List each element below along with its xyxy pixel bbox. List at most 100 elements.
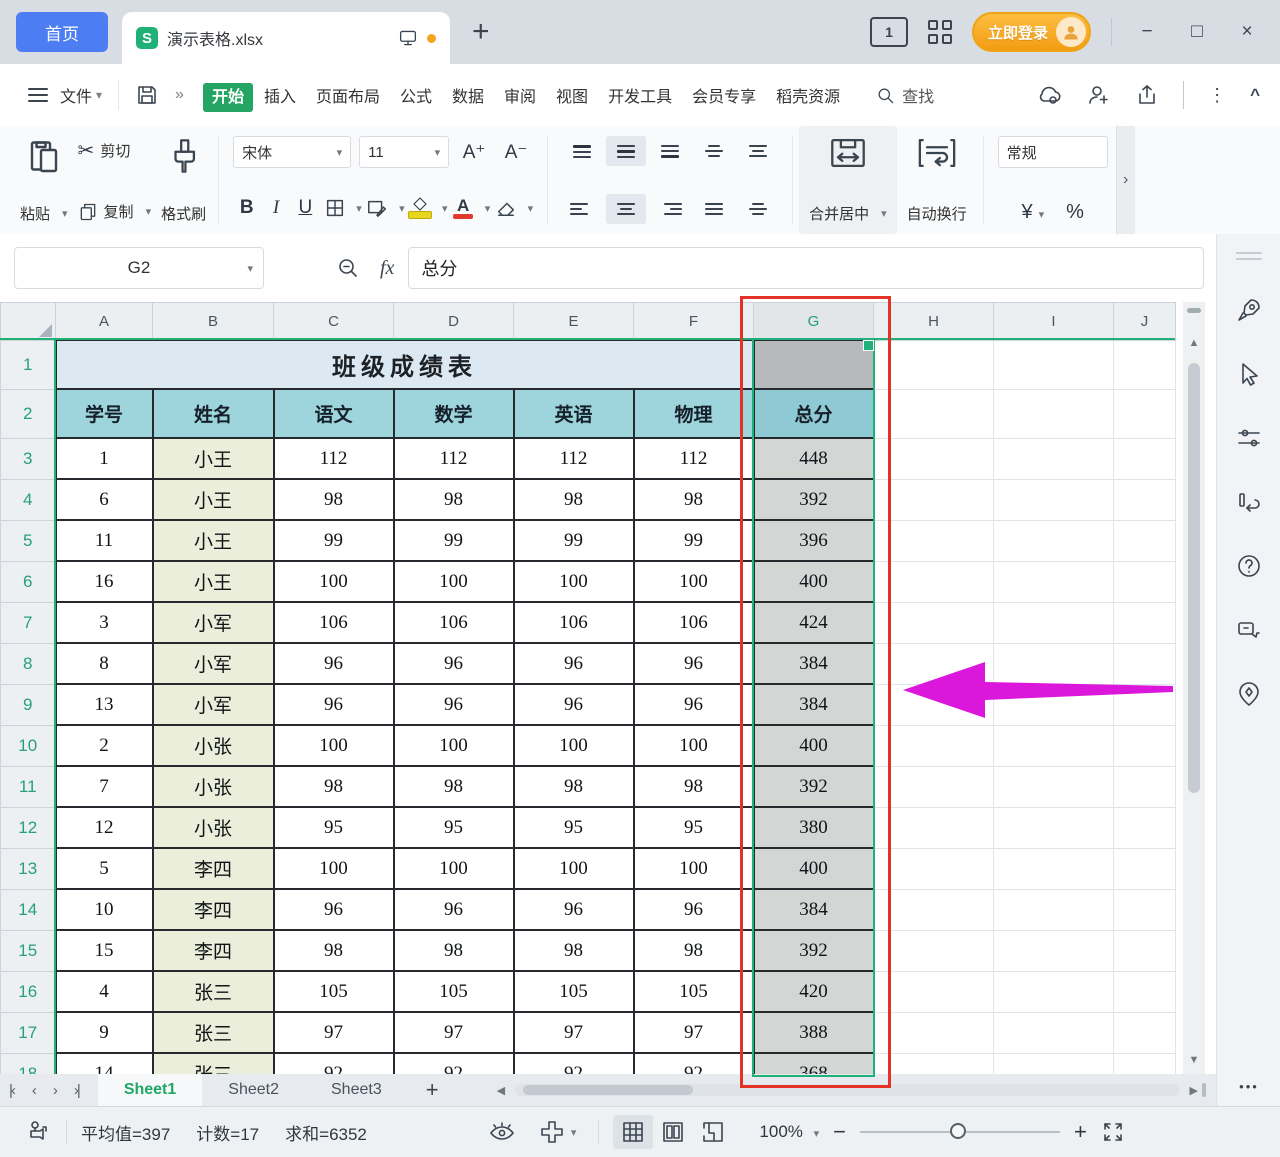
row-number[interactable]: 17	[1, 1012, 56, 1053]
empty-cell[interactable]	[1114, 848, 1176, 889]
last-sheet-button[interactable]: ›|	[74, 1082, 79, 1099]
cell[interactable]: 100	[274, 848, 394, 889]
empty-cell[interactable]	[874, 848, 994, 889]
share-user-icon[interactable]	[1087, 83, 1111, 107]
split-handle[interactable]	[1187, 308, 1201, 313]
zoom-level-select[interactable]: 100% ▾	[759, 1122, 819, 1142]
normal-view-button[interactable]	[613, 1115, 653, 1149]
next-sheet-button[interactable]: ›	[53, 1082, 56, 1099]
empty-cell[interactable]	[1114, 971, 1176, 1012]
cell[interactable]: 小王	[153, 561, 274, 602]
cell[interactable]: 100	[514, 848, 634, 889]
empty-cell[interactable]	[994, 479, 1114, 520]
empty-cell[interactable]	[874, 971, 994, 1012]
empty-cell[interactable]	[994, 971, 1114, 1012]
row-number[interactable]: 15	[1, 930, 56, 971]
formula-input[interactable]: 总分	[408, 247, 1204, 289]
cell[interactable]: 99	[274, 520, 394, 561]
row-number[interactable]: 12	[1, 807, 56, 848]
device-sync-icon[interactable]: 1	[870, 17, 908, 47]
header-cell-学号[interactable]: 学号	[56, 389, 153, 438]
home-button[interactable]: 首页	[16, 12, 108, 52]
font-name-select[interactable]: 宋体 ▾	[233, 136, 351, 168]
cell[interactable]: 100	[634, 848, 754, 889]
cell[interactable]: 96	[274, 684, 394, 725]
header-cell-数学[interactable]: 数学	[394, 389, 514, 438]
cell[interactable]: 96	[634, 684, 754, 725]
file-menu[interactable]: 文件	[60, 83, 92, 107]
new-tab-button[interactable]: +	[472, 15, 490, 49]
collapse-ribbon-icon[interactable]: ^	[1250, 85, 1260, 105]
menu-item-开发工具[interactable]: 开发工具	[599, 83, 681, 112]
cell[interactable]: 4	[56, 971, 153, 1012]
cell[interactable]: 99	[394, 520, 514, 561]
column-header-F[interactable]: F	[634, 303, 754, 341]
cell[interactable]: 95	[634, 807, 754, 848]
cell[interactable]: 448	[754, 438, 874, 479]
menu-item-开始[interactable]: 开始	[203, 83, 253, 112]
sheet-tab-Sheet3[interactable]: Sheet3	[305, 1074, 408, 1106]
sliders-icon[interactable]	[1235, 424, 1263, 452]
fill-handle[interactable]	[863, 340, 874, 351]
document-tab[interactable]: S 演示表格.xlsx	[122, 12, 450, 64]
bold-button[interactable]: B	[233, 192, 260, 224]
cut-button[interactable]: ✂ 剪切	[78, 138, 152, 163]
empty-cell[interactable]	[874, 725, 994, 766]
align-middle-button[interactable]	[606, 136, 646, 166]
empty-cell[interactable]	[874, 520, 994, 561]
more-icon[interactable]: »	[175, 86, 184, 104]
column-header-D[interactable]: D	[394, 303, 514, 341]
empty-cell[interactable]	[994, 438, 1114, 479]
cell[interactable]: 384	[754, 684, 874, 725]
empty-cell[interactable]	[874, 438, 994, 479]
eye-icon[interactable]	[487, 1120, 517, 1144]
cell[interactable]: 112	[274, 438, 394, 479]
empty-cell[interactable]	[1114, 438, 1176, 479]
empty-cell[interactable]	[1114, 889, 1176, 930]
empty-cell[interactable]	[874, 602, 994, 643]
row-number[interactable]: 2	[1, 389, 56, 438]
align-bottom-button[interactable]	[650, 136, 690, 166]
empty-cell[interactable]	[874, 930, 994, 971]
align-top-button[interactable]	[562, 136, 602, 166]
table-title-cell[interactable]: 班级成绩表	[56, 340, 754, 389]
percent-button[interactable]: %	[1066, 201, 1084, 224]
cell[interactable]: 106	[274, 602, 394, 643]
cloud-sync-icon[interactable]	[1037, 83, 1063, 107]
cell[interactable]: 106	[394, 602, 514, 643]
empty-cell[interactable]	[994, 340, 1114, 389]
cell[interactable]: 97	[394, 1012, 514, 1053]
cell[interactable]: 424	[754, 602, 874, 643]
cell[interactable]: 106	[514, 602, 634, 643]
row-number[interactable]: 4	[1, 479, 56, 520]
cell[interactable]: 384	[754, 889, 874, 930]
row-number[interactable]: 3	[1, 438, 56, 479]
cell[interactable]: 97	[634, 1012, 754, 1053]
cell[interactable]: 392	[754, 766, 874, 807]
menu-item-会员专享[interactable]: 会员专享	[683, 83, 765, 112]
column-header-G[interactable]: G	[754, 303, 874, 341]
cell[interactable]: 小军	[153, 684, 274, 725]
cell[interactable]: 96	[634, 643, 754, 684]
horizontal-scrollbar[interactable]	[515, 1084, 1179, 1096]
cell[interactable]: 5	[56, 848, 153, 889]
sidebar-drag-handle[interactable]	[1236, 252, 1262, 260]
distributed-button[interactable]	[738, 194, 778, 224]
cell[interactable]: 11	[56, 520, 153, 561]
empty-cell[interactable]	[874, 389, 994, 438]
row-number[interactable]: 16	[1, 971, 56, 1012]
cell[interactable]: 112	[394, 438, 514, 479]
empty-cell[interactable]	[1114, 389, 1176, 438]
row-number[interactable]: 11	[1, 766, 56, 807]
cell[interactable]: 98	[514, 930, 634, 971]
cell[interactable]: 3	[56, 602, 153, 643]
cell[interactable]: 105	[274, 971, 394, 1012]
empty-cell[interactable]	[994, 725, 1114, 766]
column-header-A[interactable]: A	[56, 303, 153, 341]
cell[interactable]: 小王	[153, 520, 274, 561]
align-right-button[interactable]	[650, 194, 690, 224]
menu-item-插入[interactable]: 插入	[255, 83, 305, 112]
row-number[interactable]: 5	[1, 520, 56, 561]
menu-item-稻壳资源[interactable]: 稻壳资源	[767, 83, 849, 112]
cell[interactable]: 小王	[153, 438, 274, 479]
